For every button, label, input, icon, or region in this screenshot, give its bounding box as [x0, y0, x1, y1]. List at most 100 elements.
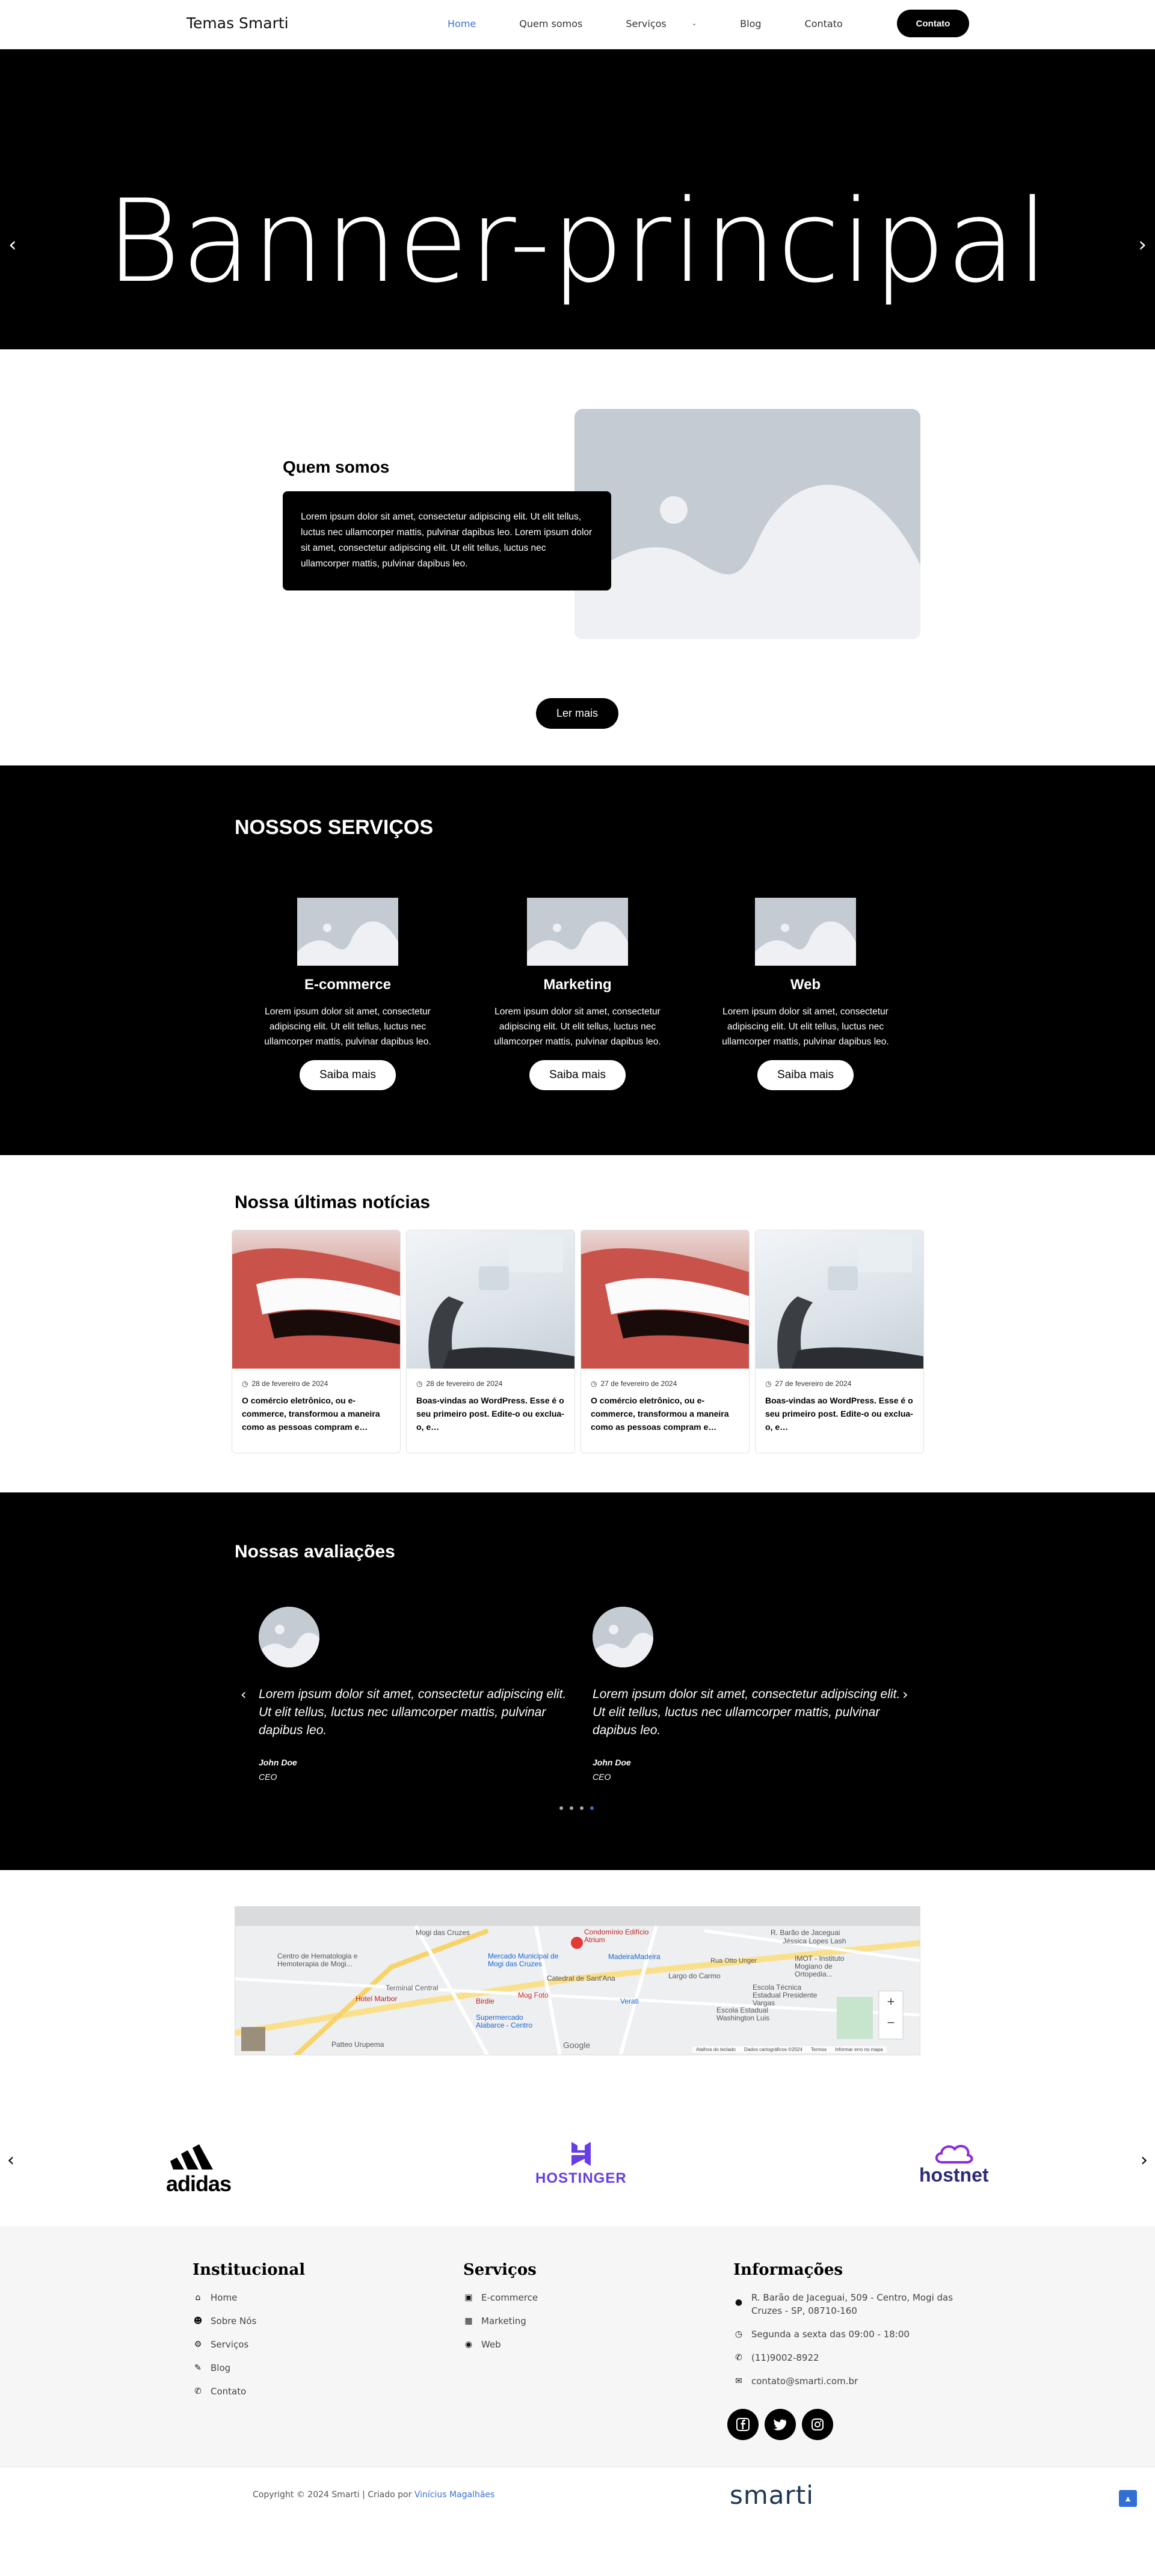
chevron-left-icon[interactable]: ‹ [241, 1686, 247, 1703]
service-text: Lorem ipsum dolor sit amet, consectetur … [494, 1007, 661, 1047]
saiba-mais-button[interactable]: Saiba mais [529, 1060, 626, 1090]
footer-institucional: Institucional ⌂ Home ☻ Sobre Nós ⚙ Serviços… [192, 2261, 305, 2408]
carousel-dots [559, 1806, 594, 1810]
map-label: Patteo Urupema [331, 2040, 384, 2049]
chevron-right-icon[interactable]: › [902, 1686, 908, 1703]
footer-link-sobre[interactable]: ☻ Sobre Nós [192, 2314, 305, 2328]
news-card[interactable]: ◷ 28 de fevereiro de 2024 Boas-vindas ao … [406, 1230, 575, 1453]
footer-link-label: E-commerce [481, 2292, 538, 2303]
footer-email[interactable]: ✉ contato@smarti.com.br [733, 2375, 962, 2388]
contato-button[interactable]: Contato [897, 10, 969, 37]
service-text: Lorem ipsum dolor sit amet, consectetur … [722, 1007, 889, 1047]
service-ecommerce: E-commerce Lorem ipsum dolor sit amet, c… [257, 898, 438, 1090]
service-web: Web Lorem ipsum dolor sit amet, consecte… [715, 898, 896, 1090]
phone-icon: ✆ [735, 2353, 742, 2363]
instagram-icon[interactable] [802, 2409, 833, 2440]
zoom-in-button[interactable]: + [880, 1994, 902, 2012]
news-card[interactable]: ◷ 28 de fevereiro de 2024 O comércio elet… [232, 1230, 401, 1453]
author-link[interactable]: Vinícius Magalhães [414, 2490, 495, 2500]
post-date: 28 de fevereiro de 2024 [251, 1379, 328, 1388]
review-role: CEO [593, 1772, 611, 1782]
footer-link-label: Blog [211, 2363, 231, 2373]
review-author: John Doe [259, 1758, 297, 1767]
nav-quem-somos[interactable]: Quem somos [519, 18, 604, 29]
post-meta: ◷ 27 de fevereiro de 2024 [765, 1379, 923, 1388]
post-image-lips[interactable] [232, 1230, 400, 1369]
carousel-dot-active[interactable] [590, 1806, 594, 1810]
map-keyboard-shortcuts[interactable]: Atalhos do teclado [696, 2047, 736, 2052]
post-meta: ◷ 28 de fevereiro de 2024 [416, 1379, 574, 1388]
footer-link-contato[interactable]: ✆ Contato [192, 2385, 305, 2398]
nav-home[interactable]: Home [448, 18, 497, 29]
footer-link-servicos[interactable]: ⚙ Serviços [192, 2338, 305, 2351]
clock-icon: ◷ [735, 2329, 743, 2339]
post-excerpt[interactable]: O comércio eletrônico, ou e-commerce, tr… [591, 1394, 739, 1434]
footer-link-marketing[interactable]: ▦ Marketing [463, 2314, 538, 2328]
carousel-dot[interactable] [580, 1806, 584, 1810]
post-date: 27 de fevereiro de 2024 [600, 1379, 677, 1388]
facebook-icon[interactable] [727, 2409, 759, 2440]
map-report-link[interactable]: Informar erro no mapa [835, 2047, 883, 2052]
news-card[interactable]: ◷ 27 de fevereiro de 2024 O comércio elet… [581, 1230, 750, 1453]
nav-blog[interactable]: Blog [740, 18, 783, 29]
hostinger-logo-icon [571, 2142, 591, 2166]
nav-contato[interactable]: Contato [805, 18, 864, 29]
brand-hostinger[interactable]: HOSTINGER [535, 2141, 627, 2187]
users-icon: ☻ [193, 2316, 203, 2326]
map-terms-link[interactable]: Termos [811, 2047, 827, 2052]
post-image-dental-chair[interactable] [756, 1230, 923, 1369]
brand-hostnet[interactable]: hostnet [919, 2141, 989, 2186]
map-marker-icon: ● [735, 2298, 743, 2307]
hero-title: Banner-principal [105, 175, 1050, 308]
smarti-logo[interactable]: smarti [730, 2480, 814, 2510]
carousel-dot[interactable] [570, 1806, 573, 1810]
footer-link-ecommerce[interactable]: ▣ E-commerce [463, 2291, 538, 2304]
clock-icon: ◷ [591, 1379, 597, 1388]
service-name: Web [790, 977, 821, 993]
footer-link-blog[interactable]: ✎ Blog [192, 2361, 305, 2375]
map-label: Mog Foto [518, 1991, 549, 1999]
footer-address-text: R. Barão de Jaceguai, 509 - Centro, Mogi… [751, 2292, 953, 2316]
post-excerpt[interactable]: O comércio eletrônico, ou e-commerce, tr… [242, 1394, 390, 1434]
main-nav: Home Quem somos Serviços ⌄ Blog Contato [448, 18, 886, 29]
image-placeholder-icon [574, 409, 920, 639]
blog-icon: ✎ [194, 2363, 202, 2373]
map-label: Birdie [476, 1997, 494, 2005]
map-label: Centro de Hematologia e Hemoterapia de M… [277, 1952, 358, 1968]
review-quote: Lorem ipsum dolor sit amet, consectetur … [259, 1687, 567, 1737]
post-image-lips[interactable] [581, 1230, 749, 1369]
chevron-right-icon[interactable]: › [1141, 2150, 1148, 2171]
map-label: Jéssica Lopes Lash [783, 1937, 846, 1945]
footer-phone[interactable]: ✆ (11)9002-8922 [733, 2351, 962, 2364]
site-logo[interactable]: Temas Smarti [186, 14, 289, 32]
saiba-mais-button[interactable]: Saiba mais [757, 1060, 854, 1090]
services-title: NOSSOS SERVIÇOS [235, 816, 434, 839]
footer-link-home[interactable]: ⌂ Home [192, 2291, 305, 2304]
zoom-out-button[interactable]: − [880, 2015, 902, 2033]
chevron-down-icon: ⌄ [691, 20, 697, 27]
nav-servicos[interactable]: Serviços ⌄ [626, 18, 718, 29]
service-text: Lorem ipsum dolor sit amet, consectetur … [264, 1007, 431, 1047]
carousel-dot[interactable] [559, 1806, 563, 1810]
map-label: Escola Técnica Estadual Presidente Varga… [753, 1983, 818, 2007]
chevron-right-icon[interactable]: › [1138, 233, 1147, 257]
about-text-box: Lorem ipsum dolor sit amet, consectetur … [283, 491, 611, 590]
footer-link-web[interactable]: ◉ Web [463, 2338, 538, 2351]
google-map[interactable]: Mogi das Cruzes Condomínio Edifício Atri… [235, 1906, 920, 2055]
saiba-mais-button[interactable]: Saiba mais [300, 1060, 396, 1090]
map-label: Supermercado Alabarce - Centro [476, 2013, 533, 2029]
post-image-dental-chair[interactable] [407, 1230, 574, 1369]
twitter-icon[interactable] [765, 2409, 796, 2440]
avatar-placeholder-icon [259, 1607, 319, 1667]
footer-hours-text: Segunda a sexta das 09:00 - 18:00 [751, 2329, 910, 2340]
site-header: Temas Smarti Home Quem somos Serviços ⌄ B… [0, 0, 1155, 49]
chevron-left-icon[interactable]: ‹ [7, 2150, 14, 2171]
post-excerpt[interactable]: Boas-vindas ao WordPress. Esse é o seu p… [765, 1394, 914, 1434]
news-card[interactable]: ◷ 27 de fevereiro de 2024 Boas-vindas ao … [755, 1230, 924, 1453]
post-excerpt[interactable]: Boas-vindas ao WordPress. Esse é o seu p… [416, 1394, 565, 1434]
map-pin-icon[interactable] [573, 1933, 581, 1941]
service-marketing: Marketing Lorem ipsum dolor sit amet, co… [487, 898, 668, 1090]
ler-mais-button[interactable]: Ler mais [536, 698, 618, 729]
brand-adidas[interactable]: adidas [161, 2141, 236, 2197]
back-to-top-button[interactable]: ▲ [1119, 2490, 1137, 2507]
